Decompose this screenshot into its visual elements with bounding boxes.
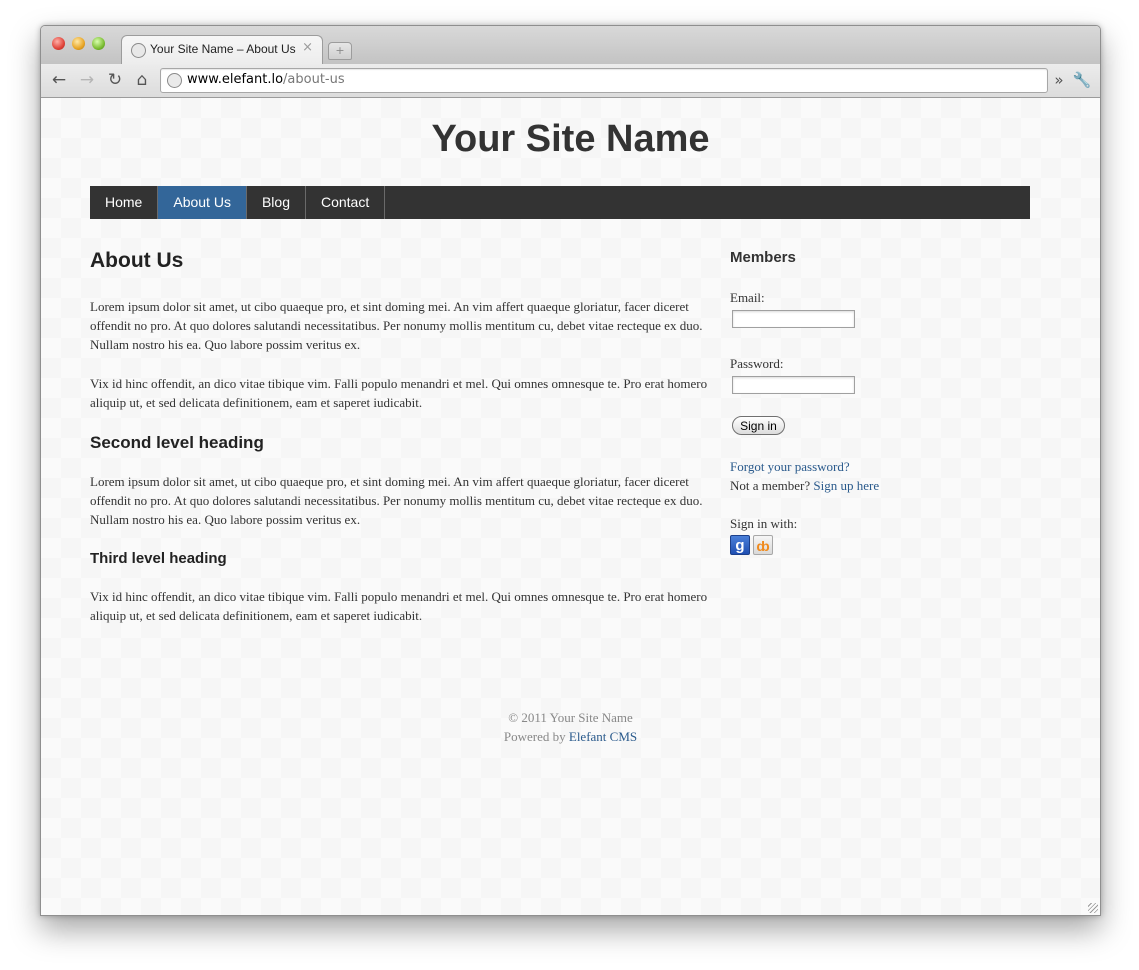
members-sidebar: Members Email: Password: Sign in Forgot … bbox=[730, 248, 970, 555]
email-label: Email: bbox=[730, 290, 765, 305]
paragraph: Vix id hinc offendit, an dico vitae tibi… bbox=[90, 376, 708, 410]
password-field[interactable] bbox=[732, 376, 855, 394]
tab-title: Your Site Name – About Us bbox=[150, 42, 296, 56]
sign-in-button[interactable]: Sign in bbox=[732, 416, 785, 435]
back-arrow-icon[interactable]: ← bbox=[49, 70, 69, 90]
forward-arrow-icon[interactable]: → bbox=[77, 70, 97, 90]
site-title: Your Site Name bbox=[431, 118, 710, 160]
powered-by-text: Powered by bbox=[503, 729, 566, 744]
wrench-icon[interactable]: 🔧 bbox=[1072, 70, 1092, 90]
globe-icon bbox=[167, 73, 182, 88]
resize-grip[interactable] bbox=[1088, 903, 1098, 913]
chevron-more-icon[interactable]: » bbox=[1049, 70, 1069, 90]
page-viewport: Your Site Name Home About Us Blog Contac… bbox=[41, 98, 1100, 915]
sign-up-link[interactable]: Sign up here bbox=[813, 478, 879, 493]
minimize-window-button[interactable] bbox=[72, 37, 85, 50]
third-level-heading: Third level heading bbox=[90, 550, 227, 567]
url-host: www.elefant.lo bbox=[187, 72, 284, 87]
paragraph: Vix id hinc offendit, an dico vitae tibi… bbox=[90, 589, 708, 623]
provider-icons: g ȸ bbox=[730, 535, 970, 555]
nav-item-about-us[interactable]: About Us bbox=[158, 186, 247, 219]
openid-icon[interactable]: ȸ bbox=[753, 535, 773, 555]
password-label: Password: bbox=[730, 356, 784, 371]
reload-icon[interactable]: ↻ bbox=[105, 70, 125, 90]
email-field[interactable] bbox=[732, 310, 855, 328]
page-title: About Us bbox=[90, 249, 184, 272]
google-icon[interactable]: g bbox=[730, 535, 750, 555]
url-text[interactable]: www.elefant.lo/about-us bbox=[187, 72, 345, 87]
sign-in-with-label: Sign in with: bbox=[730, 516, 798, 531]
forgot-password-link[interactable]: Forgot your password? bbox=[730, 459, 850, 474]
main-content: About Us Lorem ipsum dolor sit amet, ut … bbox=[90, 248, 710, 645]
address-bar[interactable]: www.elefant.lo/about-us bbox=[160, 68, 1048, 93]
close-tab-icon[interactable]: × bbox=[302, 40, 313, 55]
close-window-button[interactable] bbox=[52, 37, 65, 50]
globe-icon bbox=[131, 43, 146, 58]
second-level-heading: Second level heading bbox=[90, 433, 264, 452]
home-icon[interactable]: ⌂ bbox=[132, 70, 152, 90]
url-path: /about-us bbox=[283, 72, 345, 87]
copyright: © 2011 Your Site Name bbox=[508, 710, 633, 725]
browser-window: Your Site Name – About Us × + ← → ↻ ⌂ ww… bbox=[40, 25, 1101, 916]
nav-item-blog[interactable]: Blog bbox=[247, 186, 306, 219]
new-tab-button[interactable]: + bbox=[328, 42, 352, 60]
zoom-window-button[interactable] bbox=[92, 37, 105, 50]
not-member-text: Not a member? bbox=[730, 478, 811, 493]
nav-item-contact[interactable]: Contact bbox=[306, 186, 386, 219]
nav-item-home[interactable]: Home bbox=[90, 186, 159, 219]
browser-toolbar: ← → ↻ ⌂ www.elefant.lo/about-us » 🔧 bbox=[41, 64, 1100, 98]
main-nav: Home About Us Blog Contact bbox=[90, 186, 1030, 219]
paragraph: Lorem ipsum dolor sit amet, ut cibo quae… bbox=[90, 299, 703, 352]
members-heading: Members bbox=[730, 249, 796, 266]
paragraph: Lorem ipsum dolor sit amet, ut cibo quae… bbox=[90, 474, 703, 527]
browser-tab[interactable]: Your Site Name – About Us × bbox=[121, 35, 323, 66]
page-footer: © 2011 Your Site Name Powered by Elefant… bbox=[41, 708, 1100, 746]
tab-strip: Your Site Name – About Us × + bbox=[41, 26, 1100, 66]
elefant-cms-link[interactable]: Elefant CMS bbox=[569, 729, 637, 744]
